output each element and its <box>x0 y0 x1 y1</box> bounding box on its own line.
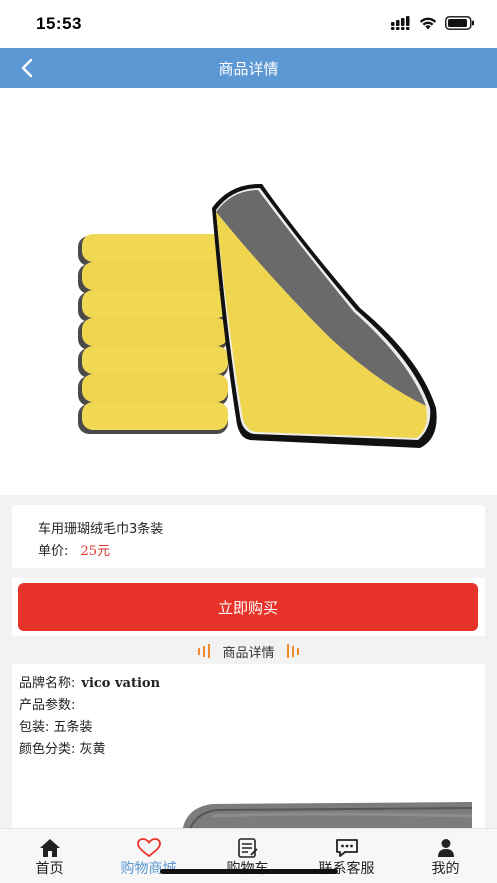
signal-icon <box>391 16 410 30</box>
color-line: 颜色分类: 灰黄 <box>19 742 106 757</box>
page-title: 商品详情 <box>218 60 279 78</box>
cart-note-icon <box>198 838 297 860</box>
towel-stack-illustration <box>78 183 437 448</box>
nav-bar: 商品详情 <box>0 48 497 88</box>
buy-now-button[interactable]: 立即购买 <box>18 583 478 631</box>
section-title: 商品详情 <box>222 645 275 661</box>
package-line: 包装: 五条装 <box>19 720 93 735</box>
section-divider: 商品详情 <box>0 640 497 662</box>
tab-label: 首页 <box>35 861 64 877</box>
price-value: 25元 <box>80 544 111 559</box>
divider-bars-left <box>198 644 211 658</box>
tab-label: 购物商城 <box>120 861 177 877</box>
product-info-card: 车用珊瑚绒毛巾3条装 单价: 25元 <box>12 505 485 568</box>
status-time: 15:53 <box>36 14 82 33</box>
price-label: 单价: <box>38 544 69 559</box>
divider-bars-right <box>286 644 299 658</box>
home-indicator <box>160 869 338 874</box>
chat-icon <box>297 838 396 860</box>
detail-towel-image <box>182 802 473 834</box>
battery-icon <box>445 16 474 30</box>
status-bar: 15:53 <box>0 0 497 48</box>
brand-value: vico vation <box>81 676 161 691</box>
params-label: 产品参数: <box>19 698 76 713</box>
tab-label: 我的 <box>431 861 460 877</box>
home-icon <box>0 838 99 860</box>
wifi-icon <box>419 17 437 29</box>
bottom-tab-bar: 首页 购物商城 购物车 <box>0 828 497 883</box>
brand-label: 品牌名称: <box>19 676 76 691</box>
product-detail-card: 品牌名称: vico vation 产品参数: 包装: 五条装 颜色分类: 灰黄 <box>12 664 485 834</box>
status-icons <box>391 16 475 30</box>
tab-label: 购物车 <box>198 858 297 878</box>
tab-profile[interactable]: 我的 <box>396 829 495 883</box>
tab-label: 联系客服 <box>318 861 375 877</box>
brand-row: 品牌名称: vico vation <box>19 672 160 691</box>
buy-button-container: 立即购买 <box>12 578 485 636</box>
tab-home[interactable]: 首页 <box>0 829 99 883</box>
heart-icon <box>99 838 198 860</box>
tab-support[interactable]: 联系客服 <box>297 829 396 883</box>
price-row: 单价: 25元 <box>38 540 110 559</box>
product-image <box>0 88 497 495</box>
person-icon <box>396 838 495 860</box>
tab-shop[interactable]: 购物商城 <box>99 829 198 883</box>
tab-cart[interactable]: 购物车 <box>198 829 297 883</box>
product-name: 车用珊瑚绒毛巾3条装 <box>38 522 164 537</box>
